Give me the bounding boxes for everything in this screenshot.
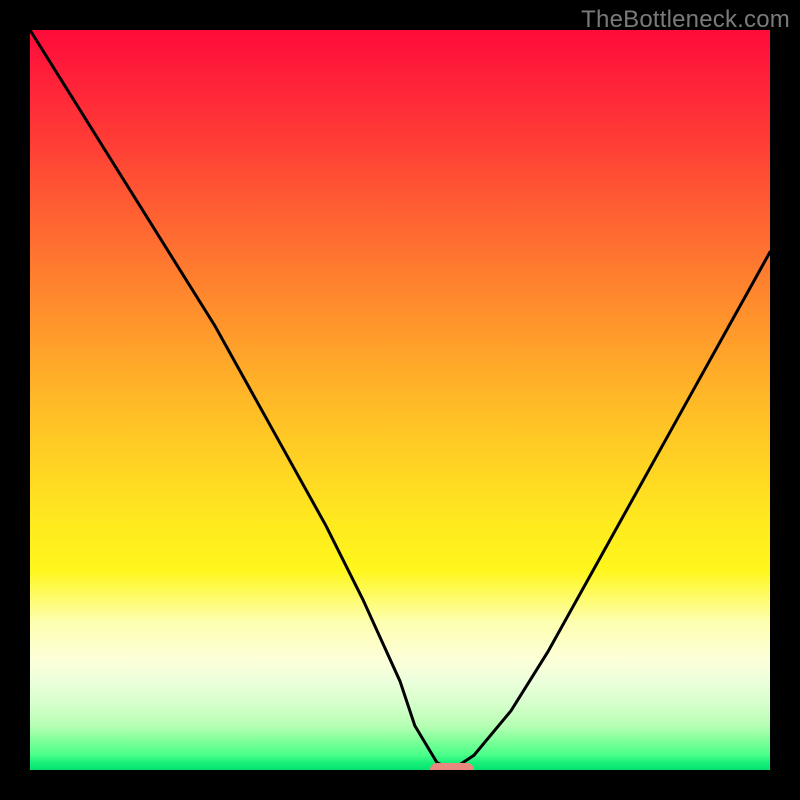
bottleneck-curve — [30, 30, 770, 770]
chart-container: TheBottleneck.com — [0, 0, 800, 800]
watermark-text: TheBottleneck.com — [581, 6, 790, 34]
plot-area — [30, 30, 770, 770]
optimal-marker — [430, 763, 474, 770]
